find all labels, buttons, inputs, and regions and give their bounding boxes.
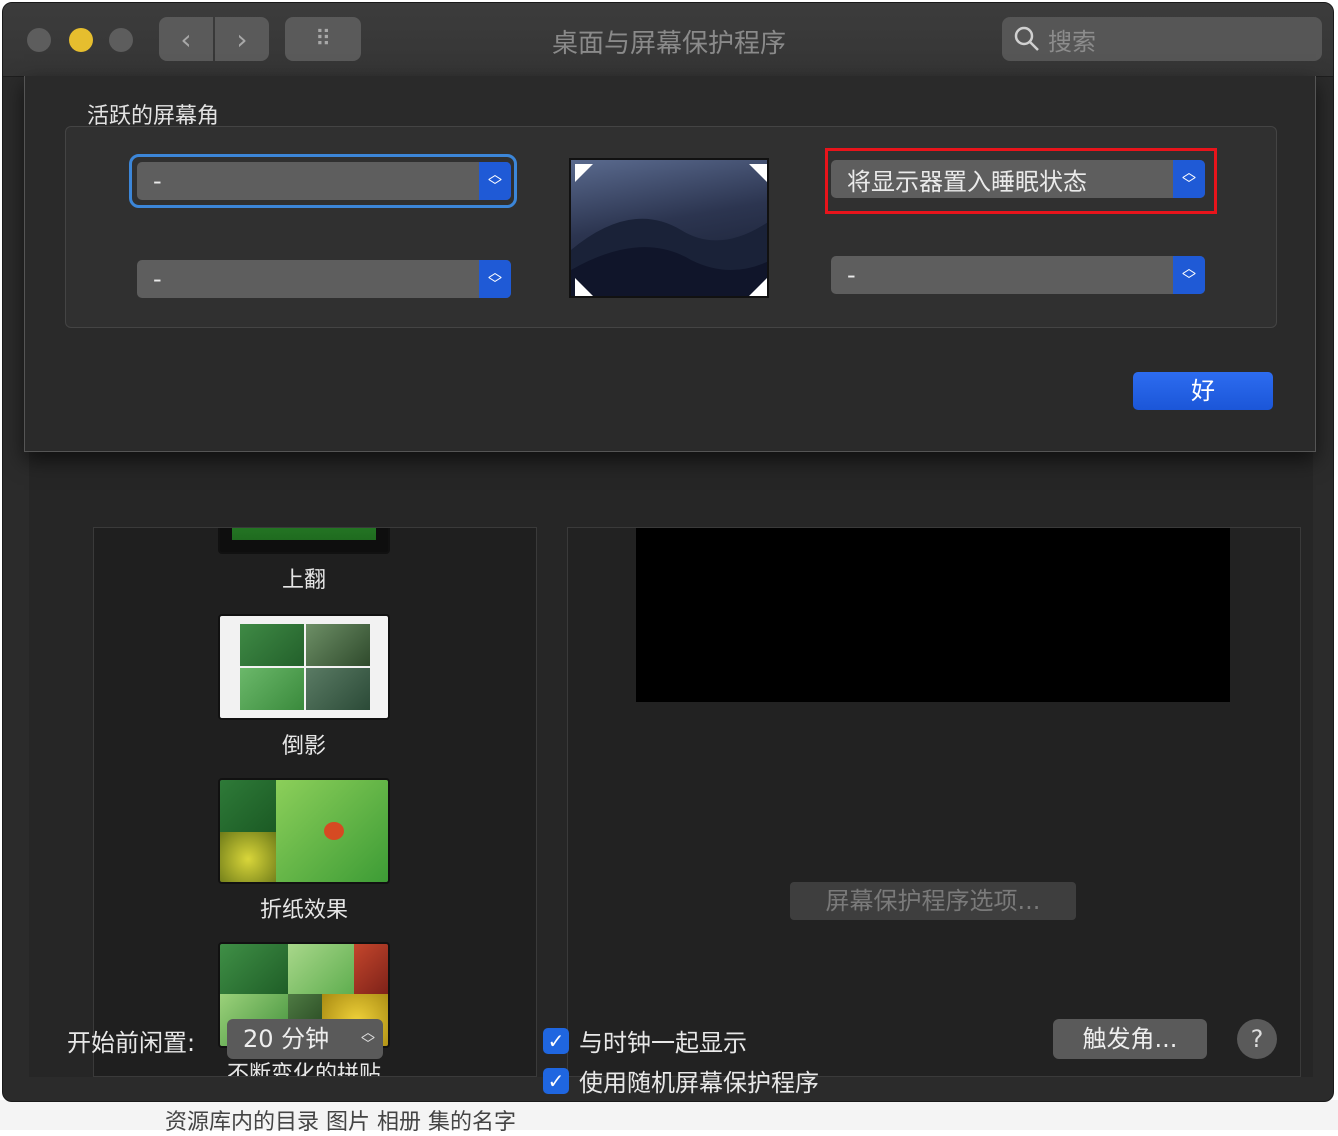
show-with-clock-option[interactable]: ✓ 与时钟一起显示 (543, 1023, 747, 1058)
idle-time-popup[interactable]: 20 分钟 ︿ ﹀ (227, 1019, 383, 1059)
bottom-left-corner-value: - (153, 265, 162, 293)
top-left-corner-value: - (153, 167, 162, 195)
bottom-right-corner-popup[interactable]: - ︿ ﹀ (831, 256, 1205, 294)
idle-time-label: 开始前闲置: (67, 1029, 196, 1057)
hot-corners-button[interactable]: 触发角... (1053, 1019, 1207, 1059)
ok-button[interactable]: 好 (1133, 372, 1273, 410)
chevron-updown-icon: ︿ ﹀ (361, 1025, 375, 1053)
screensaver-label: 倒影 (281, 734, 326, 759)
screensaver-item-flipup[interactable]: 上翻 (218, 528, 390, 594)
screensaver-list[interactable]: 上翻 倒影 折纸效果 不断变化的拼贴 (93, 527, 537, 1077)
top-left-corner-popup[interactable]: - ︿ ﹀ (137, 162, 511, 200)
chevron-updown-icon: ︿ ﹀ (479, 260, 511, 298)
screensaver-options-button[interactable]: 屏幕保护程序选项... (790, 882, 1076, 920)
search-placeholder: 搜索 (1048, 27, 1096, 56)
background-window: 资源库内的目录 图片 相册 集的名字 (0, 1100, 1338, 1135)
idle-time-value: 20 分钟 (243, 1025, 330, 1053)
screensaver-thumb (218, 528, 390, 554)
hot-corners-sheet: 活跃的屏幕角 - ︿ ﹀ - ︿ ﹀ 将显示器置入睡眠状态 ︿ ﹀ - ︿ ﹀ 好 (24, 76, 1316, 452)
corner-markers-icon (575, 164, 767, 296)
screensaver-label: 不断变化的拼贴 (226, 1062, 381, 1077)
preview-panel: 屏幕保护程序选项... (567, 527, 1301, 1077)
highlight-annotation (825, 148, 1217, 214)
screensaver-thumb (218, 614, 390, 720)
show-with-clock-checkbox[interactable]: ✓ (543, 1027, 569, 1054)
screensaver-item-origami[interactable]: 折纸效果 (218, 778, 390, 924)
random-screensaver-label: 使用随机屏幕保护程序 (579, 1069, 819, 1097)
show-with-clock-label: 与时钟一起显示 (579, 1029, 747, 1057)
random-screensaver-option[interactable]: ✓ 使用随机屏幕保护程序 (543, 1063, 819, 1098)
bottom-left-corner-popup[interactable]: - ︿ ﹀ (137, 260, 511, 298)
chevron-updown-icon: ︿ ﹀ (1173, 256, 1205, 294)
screensaver-label: 上翻 (281, 568, 326, 593)
screensaver-preview (636, 528, 1230, 702)
search-field[interactable]: 搜索 (1002, 17, 1322, 61)
background-text: 资源库内的目录 图片 相册 集的名字 (165, 1110, 516, 1135)
bottom-right-corner-value: - (847, 261, 856, 289)
chevron-updown-icon: ︿ ﹀ (479, 162, 511, 200)
random-screensaver-checkbox[interactable]: ✓ (543, 1067, 569, 1094)
search-icon (1014, 26, 1039, 51)
screensaver-label: 折纸效果 (259, 898, 348, 923)
help-button[interactable]: ? (1237, 1019, 1277, 1059)
title-bar: ‹ › ⠿ 桌面与屏幕保护程序 搜索 (3, 3, 1333, 77)
screen-corners-preview (569, 158, 769, 298)
screensaver-item-reflections[interactable]: 倒影 (218, 614, 390, 760)
screensaver-thumb (218, 778, 390, 884)
